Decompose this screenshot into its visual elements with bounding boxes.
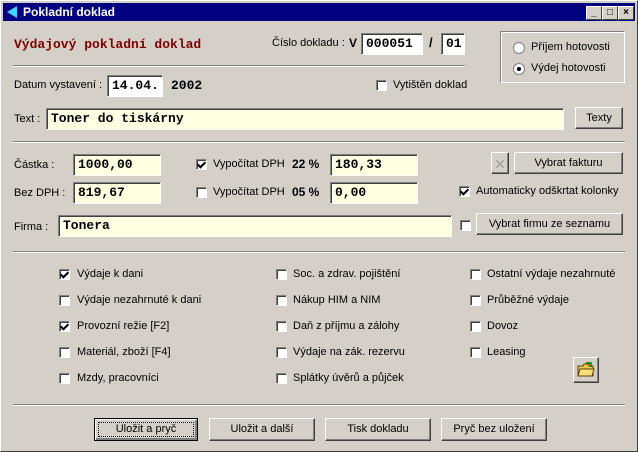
category-checkbox[interactable] [276,269,287,280]
number-slash: / [429,35,433,50]
vat1-checkbox[interactable] [196,159,207,170]
print-document-button[interactable]: Tisk dokladu [325,418,431,441]
printed-label: Vytištěn doklad [393,79,468,91]
category-label: Výdaje na zák. rezervu [293,346,405,358]
vat1-label: Vypočítat DPH [213,158,285,170]
document-number-prefix: V [349,36,358,50]
category-label: Ostatní výdaje nezahrnuté [487,268,616,280]
date-year: 2002 [171,78,203,93]
category-label: Splátky úvěrů a půjček [293,372,404,384]
vat2-checkbox[interactable] [196,187,207,198]
category-checkbox[interactable] [276,295,287,306]
printed-checkbox[interactable] [376,80,387,91]
document-number-label: Číslo dokladu : [272,37,345,49]
document-heading: Výdajový pokladní doklad [14,37,202,52]
open-folder-button[interactable] [573,357,599,383]
exit-without-save-button[interactable]: Pryč bez uložení [441,418,547,441]
income-radio[interactable] [513,42,525,54]
vat2-rate: 05 % [292,185,320,199]
company-checkbox[interactable] [460,220,471,231]
category-checkbox[interactable] [470,295,481,306]
category-checkbox[interactable] [59,295,70,306]
category-label: Soc. a zdrav. pojištění [293,268,401,280]
vat1-rate: 22 % [292,157,320,171]
auto-strike-checkbox[interactable] [459,186,470,197]
category-checkbox[interactable] [59,373,70,384]
category-label: Průběžné výdaje [487,294,569,306]
category-label: Nákup HIM a NIM [293,294,381,306]
divider [13,404,625,406]
category-checkbox[interactable] [470,321,481,332]
texts-button[interactable]: Texty [575,107,623,129]
category-label: Provozní režie [F2] [77,320,170,332]
title-bar[interactable]: Pokladní doklad _ □ × [3,3,635,21]
vat1-input[interactable]: 180,33 [330,154,418,176]
select-company-button[interactable]: Vybrat firmu ze seznamu [476,213,623,235]
auto-strike-label: Automaticky odškrtat kolonky [476,185,619,197]
expense-radio[interactable] [513,63,525,75]
company-label: Firma : [14,221,49,233]
window-title: Pokladní doklad [23,5,116,19]
date-input[interactable]: 14.04. [107,75,163,97]
category-checkbox[interactable] [276,347,287,358]
category-label: Výdaje k dani [77,268,144,280]
category-label: Mzdy, pracovníci [77,372,159,384]
category-label: Materiál, zboží [F4] [77,346,171,358]
cash-type-group [500,31,625,83]
pokladni-doklad-window: Pokladní doklad _ □ × Výdajový pokladní … [0,0,638,452]
category-label: Výdaje nezahrnuté k dani [77,294,202,306]
app-icon [7,6,17,18]
folder-icon [577,362,595,377]
date-label: Datum vystavení : [14,79,103,91]
category-label: Dovoz [487,320,519,332]
x-icon: ✕ [494,156,506,172]
vat2-label: Vypočítat DPH [213,186,285,198]
category-label: Leasing [487,346,526,358]
maximize-button[interactable]: □ [602,6,618,20]
minimize-button[interactable]: _ [586,6,602,20]
divider [13,65,465,67]
close-button[interactable]: × [618,6,634,20]
divider [13,141,625,143]
document-number-suffix-input[interactable]: 01 [441,33,465,55]
save-exit-button[interactable]: Uložit a pryč [94,418,198,441]
net-input[interactable]: 819,67 [73,182,161,204]
save-next-button[interactable]: Uložit a další [209,418,315,441]
category-checkbox[interactable] [470,269,481,280]
category-checkbox[interactable] [276,373,287,384]
document-number-input[interactable]: 000051 [361,33,423,55]
category-checkbox[interactable] [59,269,70,280]
category-label: Daň z příjmu a zálohy [293,320,400,332]
category-checkbox[interactable] [470,347,481,358]
category-checkbox[interactable] [59,347,70,358]
category-checkbox[interactable] [276,321,287,332]
net-label: Bez DPH : [14,187,66,199]
category-checkbox[interactable] [59,321,70,332]
text-input[interactable]: Toner do tiskárny [46,108,564,130]
expense-radio-label: Výdej hotovosti [531,62,606,74]
select-invoice-button[interactable]: Vybrat fakturu [514,152,623,174]
text-label: Text : [14,113,41,125]
clear-invoice-button[interactable]: ✕ [491,152,509,174]
amount-label: Částka : [14,159,55,171]
divider [13,251,625,253]
amount-input[interactable]: 1000,00 [73,154,161,176]
company-input[interactable]: Tonera [58,215,452,237]
income-radio-label: Příjem hotovosti [531,41,610,53]
vat2-input[interactable]: 0,00 [330,182,418,204]
